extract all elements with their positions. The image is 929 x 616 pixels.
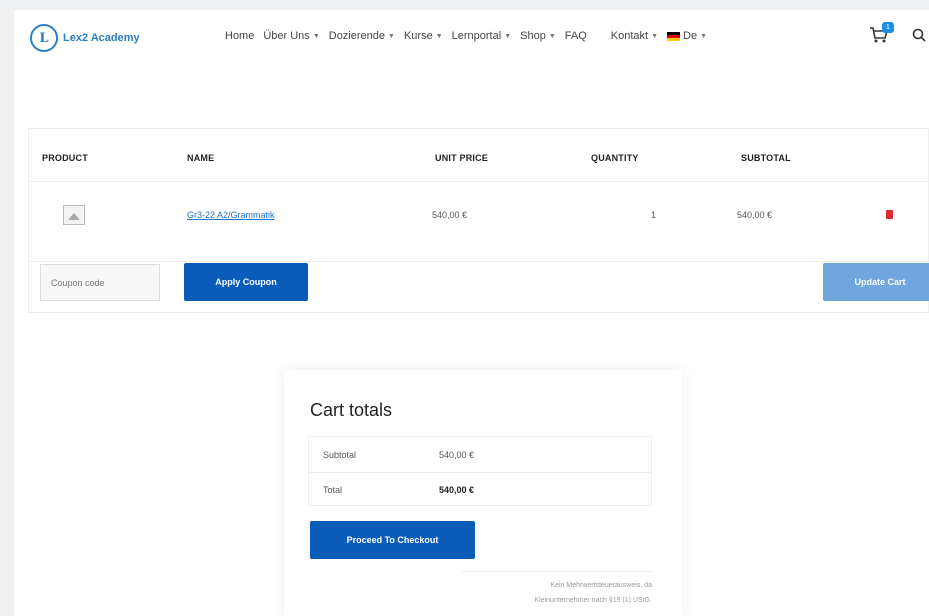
total-amount: 540,00 € <box>439 485 475 495</box>
logo-text: Lex2 Academy <box>63 32 140 44</box>
product-name-link[interactable]: Gr3-22 A2/Grammatik <box>187 210 275 220</box>
nav-item-lernportal[interactable]: Lernportal ▼ <box>452 30 511 42</box>
chevron-down-icon: ▼ <box>548 32 556 40</box>
language-switcher[interactable]: De ▼ <box>667 30 707 42</box>
tax-note-line-2: Kleinunternehmer nach §19 (1) UStG. <box>534 597 652 604</box>
nav-item-dozierende[interactable]: Dozierende ▼ <box>329 30 395 42</box>
main-nav: Home Über Uns ▼ Dozierende ▼ Kurse ▼ Lernpo… <box>225 30 716 42</box>
remove-item-icon[interactable] <box>886 210 893 219</box>
nav-label: Über Uns <box>263 30 310 42</box>
language-label: De <box>683 30 698 42</box>
nav-label: Lernportal <box>451 30 502 42</box>
subtotal-label: Subtotal <box>323 450 357 460</box>
cart-totals-table: Subtotal 540,00 € Total 540,00 € <box>308 436 652 506</box>
proceed-to-checkout-button[interactable]: Proceed To Checkout <box>310 521 475 559</box>
chevron-down-icon: ▼ <box>388 32 395 40</box>
column-header-quantity: QUANTITY <box>591 153 639 163</box>
subtotal-value: 540,00 € <box>737 210 773 220</box>
update-cart-button[interactable]: Update Cart <box>823 263 929 301</box>
tax-note-line-1: Kein Mehrwertsteuerausweis, da <box>550 582 652 589</box>
divider <box>29 181 928 182</box>
nav-item-kurse[interactable]: Kurse ▼ <box>404 30 443 42</box>
chevron-down-icon: ▼ <box>651 32 659 40</box>
nav-label: Kontakt <box>610 30 649 42</box>
search-glyph-icon <box>912 28 926 42</box>
total-row: Total 540,00 € <box>309 472 651 507</box>
unit-price-value: 540,00 € <box>432 210 468 220</box>
search-icon[interactable] <box>912 28 926 42</box>
nav-label: Kurse <box>403 30 433 42</box>
column-header-unit-price: UNIT PRICE <box>435 153 489 163</box>
subtotal-row: Subtotal 540,00 € <box>309 437 651 472</box>
nav-label: Shop <box>520 30 546 42</box>
chevron-down-icon: ▼ <box>435 32 443 40</box>
divider <box>29 261 928 262</box>
nav-label: FAQ <box>564 30 587 42</box>
column-header-subtotal: SUBTOTAL <box>741 153 791 163</box>
chevron-down-icon: ▼ <box>700 32 708 40</box>
cart-totals-title: Cart totals <box>310 400 393 420</box>
site-logo[interactable]: L Lex2 Academy <box>30 24 140 52</box>
cart-totals-panel: Cart totals Subtotal 540,00 € Total 540,… <box>284 370 682 616</box>
chevron-down-icon: ▼ <box>312 32 320 40</box>
nav-item-shop[interactable]: Shop ▼ <box>520 30 556 42</box>
nav-item-faq[interactable]: FAQ <box>565 30 587 42</box>
nav-item-ueber-uns[interactable]: Über Uns ▼ <box>263 30 319 42</box>
total-label: Total <box>323 485 343 495</box>
product-thumbnail[interactable] <box>63 205 85 225</box>
coupon-code-input[interactable] <box>40 264 160 301</box>
column-header-product: PRODUCT <box>42 153 88 163</box>
quantity-value[interactable]: 1 <box>651 210 656 220</box>
tax-note: Kein Mehrwertsteuerausweis, da Kleinunte… <box>462 571 652 608</box>
nav-label: Home <box>225 30 255 42</box>
nav-item-kontakt[interactable]: Kontakt ▼ <box>611 30 658 42</box>
cart-count-badge: 1 <box>882 22 894 33</box>
page: L Lex2 Academy Home Über Uns ▼ Dozierende… <box>14 10 929 616</box>
nav-label: Dozierende <box>328 30 386 42</box>
subtotal-amount: 540,00 € <box>439 450 475 460</box>
nav-item-home[interactable]: Home <box>225 30 254 42</box>
apply-coupon-button[interactable]: Apply Coupon <box>184 263 308 301</box>
logo-icon: L <box>30 24 58 52</box>
chevron-down-icon: ▼ <box>504 32 512 40</box>
column-header-name: NAME <box>187 153 215 163</box>
german-flag-icon <box>667 31 681 41</box>
cart-table: PRODUCT NAME UNIT PRICE QUANTITY SUBTOTA… <box>28 128 929 313</box>
cart-icon[interactable]: 1 <box>869 22 894 46</box>
